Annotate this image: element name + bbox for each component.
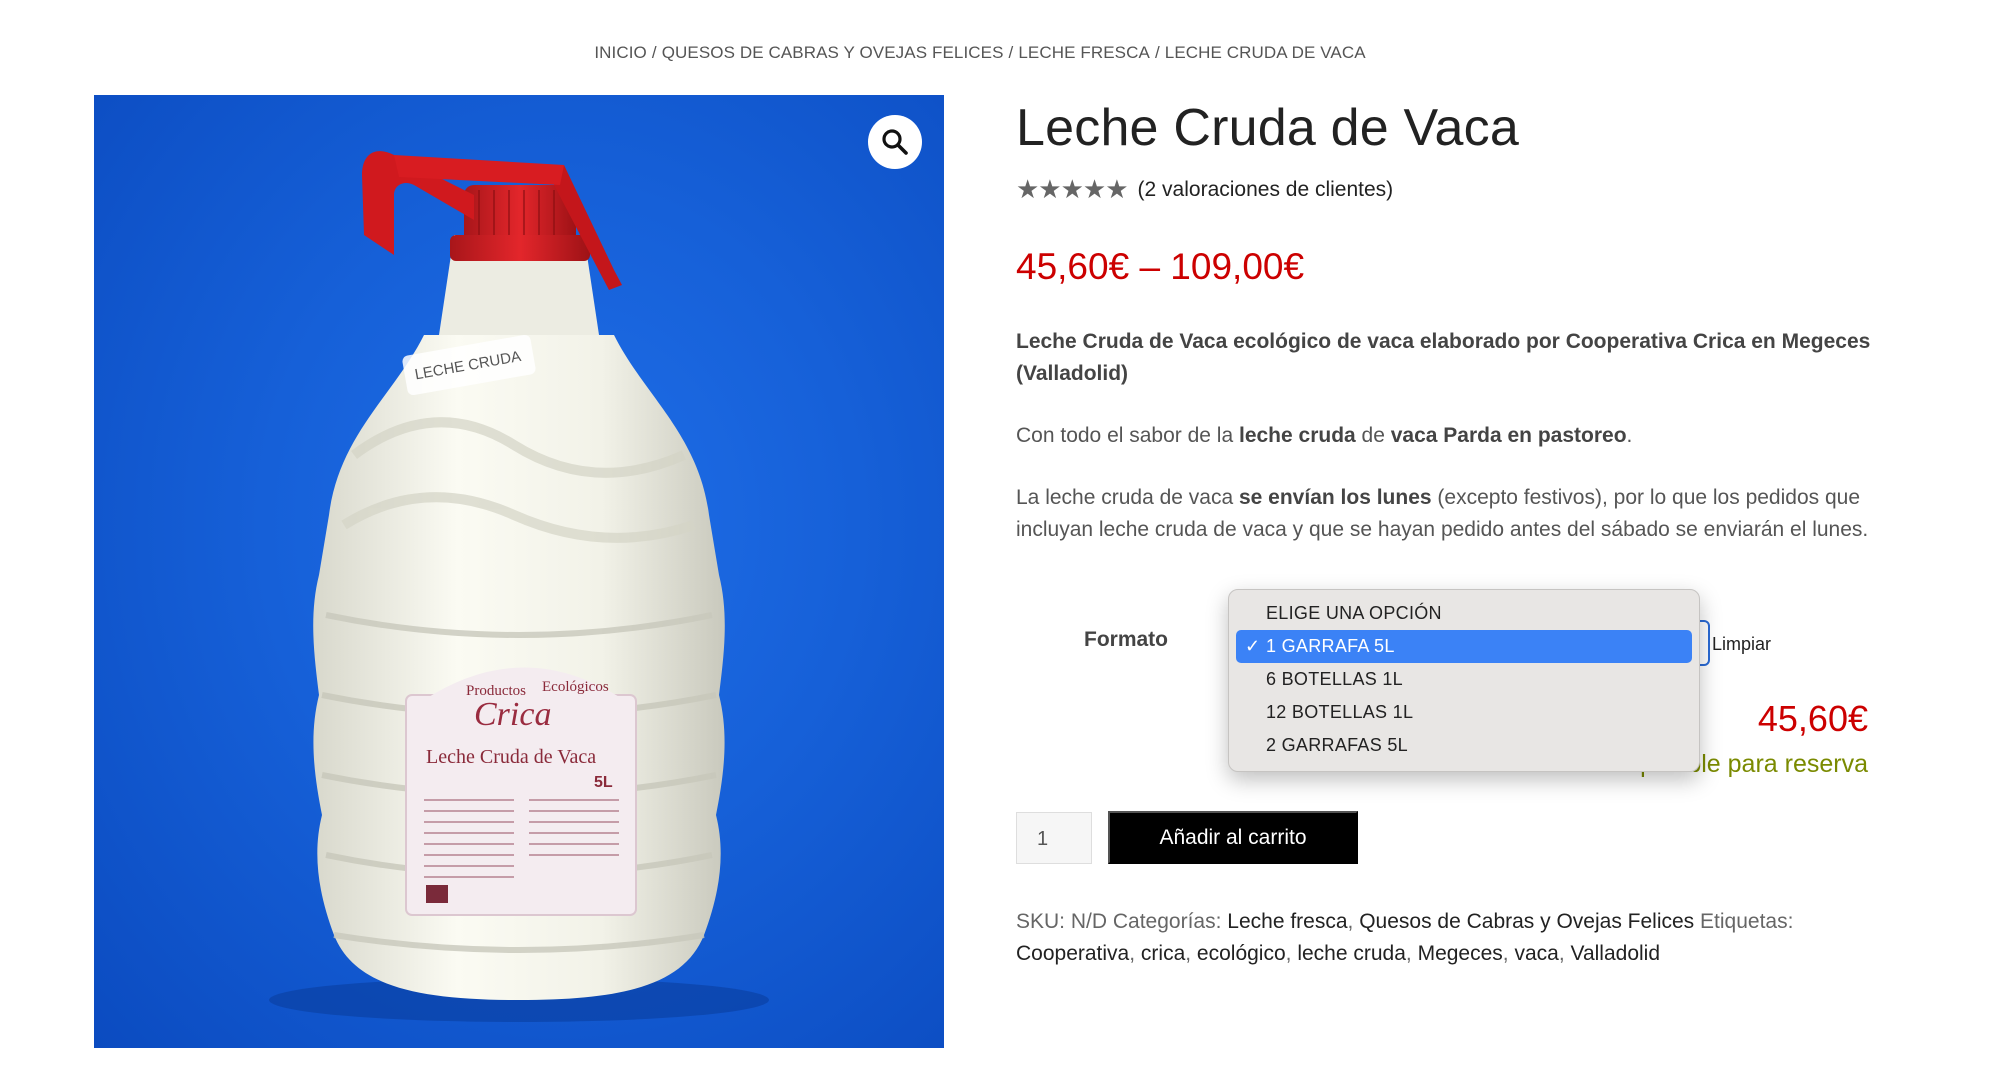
label-brand-right: Ecológicos <box>542 679 609 695</box>
formato-dropdown-list: ELIGE UNA OPCIÓN ✓ 1 GARRAFA 5L 6 BOTELLA… <box>1228 589 1700 772</box>
description-intro: Leche Cruda de Vaca ecológico de vaca el… <box>1016 330 1871 385</box>
description-flavor: Con todo el sabor de la leche cruda de v… <box>1016 420 1876 452</box>
product-image[interactable]: LECHE CRUDA Productos Ecológicos Crica L… <box>94 95 944 1048</box>
tag-link[interactable]: Cooperativa <box>1016 942 1129 965</box>
tag-link[interactable]: vaca <box>1514 942 1558 965</box>
breadcrumb-quesos[interactable]: QUESOS DE CABRAS Y OVEJAS FELICES <box>662 43 1004 62</box>
tag-link[interactable]: crica <box>1141 942 1185 965</box>
text: Con todo el sabor de la <box>1016 424 1239 447</box>
clear-variation-link[interactable]: Limpiar <box>1712 634 1771 655</box>
breadcrumb-separator: / <box>1154 43 1160 62</box>
price-range: 45,60€ – 109,00€ <box>1016 246 1305 287</box>
breadcrumb-separator: / <box>1008 43 1014 62</box>
breadcrumb-separator: / <box>651 43 657 62</box>
text: de <box>1355 424 1391 447</box>
breadcrumb-inicio[interactable]: INICIO <box>594 43 647 62</box>
product-meta: SKU: N/D Categorías: Leche fresca, Queso… <box>1016 910 1794 965</box>
categories-label: Categorías: <box>1112 910 1222 933</box>
quantity-input[interactable]: 1 <box>1016 812 1092 864</box>
zoom-button[interactable] <box>868 115 922 169</box>
text-bold: se envían los lunes <box>1238 486 1432 509</box>
product-rating: ★★★★★ (2 valoraciones de clientes) <box>1016 174 1393 205</box>
breadcrumb-leche-fresca[interactable]: LECHE FRESCA <box>1018 43 1150 62</box>
checkmark-icon: ✓ <box>1245 636 1261 656</box>
formato-label: Formato <box>1084 628 1168 651</box>
text-bold: leche cruda <box>1238 424 1356 447</box>
breadcrumb-current: LECHE CRUDA DE VACA <box>1164 43 1366 62</box>
tag-link[interactable]: ecológico <box>1197 942 1286 965</box>
description-shipping: La leche cruda de vaca se envían los lun… <box>1016 482 1876 546</box>
milk-jug-illustration: LECHE CRUDA Productos Ecológicos Crica L… <box>269 151 769 1022</box>
magnifier-icon <box>882 129 908 155</box>
star-icon: ★★★★★ <box>1016 174 1129 204</box>
label-size: 5L <box>594 774 613 791</box>
sku-label: SKU: <box>1016 910 1066 933</box>
tag-link[interactable]: leche cruda <box>1297 942 1406 965</box>
dropdown-option[interactable]: 6 BOTELLAS 1L <box>1236 663 1692 696</box>
text-bold: vaca Parda en pastoreo <box>1390 424 1627 447</box>
category-link[interactable]: Leche fresca <box>1227 910 1347 933</box>
label-brand-name: Crica <box>474 696 551 733</box>
tag-link[interactable]: Megeces <box>1418 942 1503 965</box>
tags-label: Etiquetas: <box>1700 910 1794 933</box>
product-title: Leche Cruda de Vaca <box>1016 99 1519 157</box>
add-to-cart-button[interactable]: Añadir al carrito <box>1108 811 1358 864</box>
breadcrumb: INICIO / QUESOS DE CABRAS Y OVEJAS FELICES… <box>0 43 1960 63</box>
variation-price: 45,60€ <box>1757 698 1868 739</box>
option-label: 1 GARRAFA 5L <box>1266 636 1395 656</box>
sku-value: N/D <box>1070 910 1108 933</box>
dropdown-option-selected[interactable]: ✓ 1 GARRAFA 5L <box>1236 630 1692 663</box>
text: La leche cruda de vaca <box>1016 486 1239 509</box>
text: . <box>1626 424 1633 447</box>
dropdown-option[interactable]: 12 BOTELLAS 1L <box>1236 696 1692 729</box>
tag-link[interactable]: Valladolid <box>1571 942 1661 965</box>
reviews-link[interactable]: (2 valoraciones de clientes) <box>1138 178 1394 202</box>
category-link[interactable]: Quesos de Cabras y Ovejas Felices <box>1359 910 1694 933</box>
dropdown-option[interactable]: ELIGE UNA OPCIÓN <box>1236 597 1692 630</box>
label-product-name: Leche Cruda de Vaca <box>426 746 596 768</box>
dropdown-option[interactable]: 2 GARRAFAS 5L <box>1236 729 1692 762</box>
